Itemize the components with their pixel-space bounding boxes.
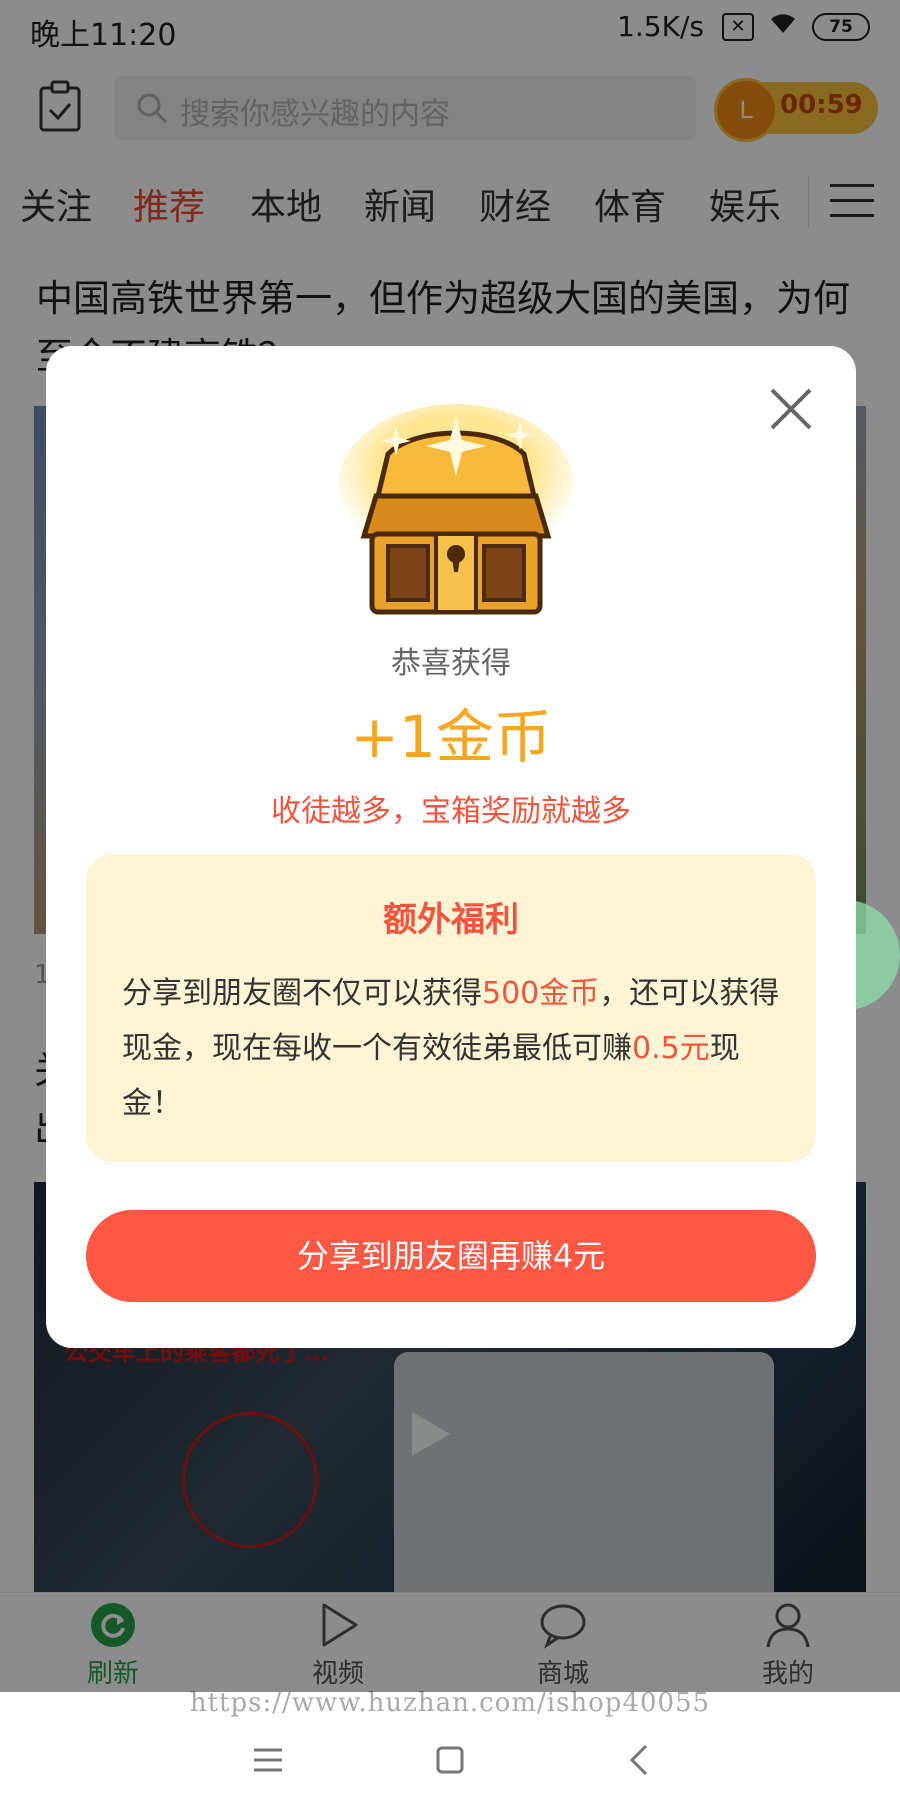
- bonus-panel: 额外福利 分享到朋友圈不仅可以获得500金币，还可以获得现金，现在每收一个有效徒…: [86, 854, 816, 1162]
- watermark: https://www.huzhan.com/ishop40055: [189, 1688, 711, 1718]
- recruit-note: 收徒越多，宝箱奖励就越多: [271, 794, 631, 829]
- close-icon[interactable]: [766, 384, 816, 434]
- share-moments-button[interactable]: 分享到朋友圈再赚4元: [86, 1210, 816, 1302]
- bonus-coins-highlight: 500金币: [482, 976, 600, 1011]
- congrats-text: 恭喜获得: [391, 646, 511, 681]
- bonus-title: 额外福利: [383, 900, 519, 940]
- reward-amount: +1金币: [350, 703, 552, 771]
- recent-apps-icon[interactable]: [248, 1740, 288, 1780]
- system-nav-bar: https://www.huzhan.com/ishop40055: [0, 1688, 900, 1800]
- treasure-chest-icon: [336, 396, 576, 626]
- home-icon[interactable]: [430, 1740, 470, 1780]
- bonus-cash-highlight: 0.5元: [632, 1031, 710, 1066]
- back-icon[interactable]: [620, 1740, 660, 1780]
- reward-dialog: 恭喜获得 +1金币 收徒越多，宝箱奖励就越多 额外福利 分享到朋友圈不仅可以获得…: [46, 346, 856, 1348]
- bonus-description: 分享到朋友圈不仅可以获得500金币，还可以获得现金，现在每收一个有效徒弟最低可赚…: [122, 966, 782, 1131]
- bonus-text-part: 分享到朋友圈不仅可以获得: [122, 976, 482, 1011]
